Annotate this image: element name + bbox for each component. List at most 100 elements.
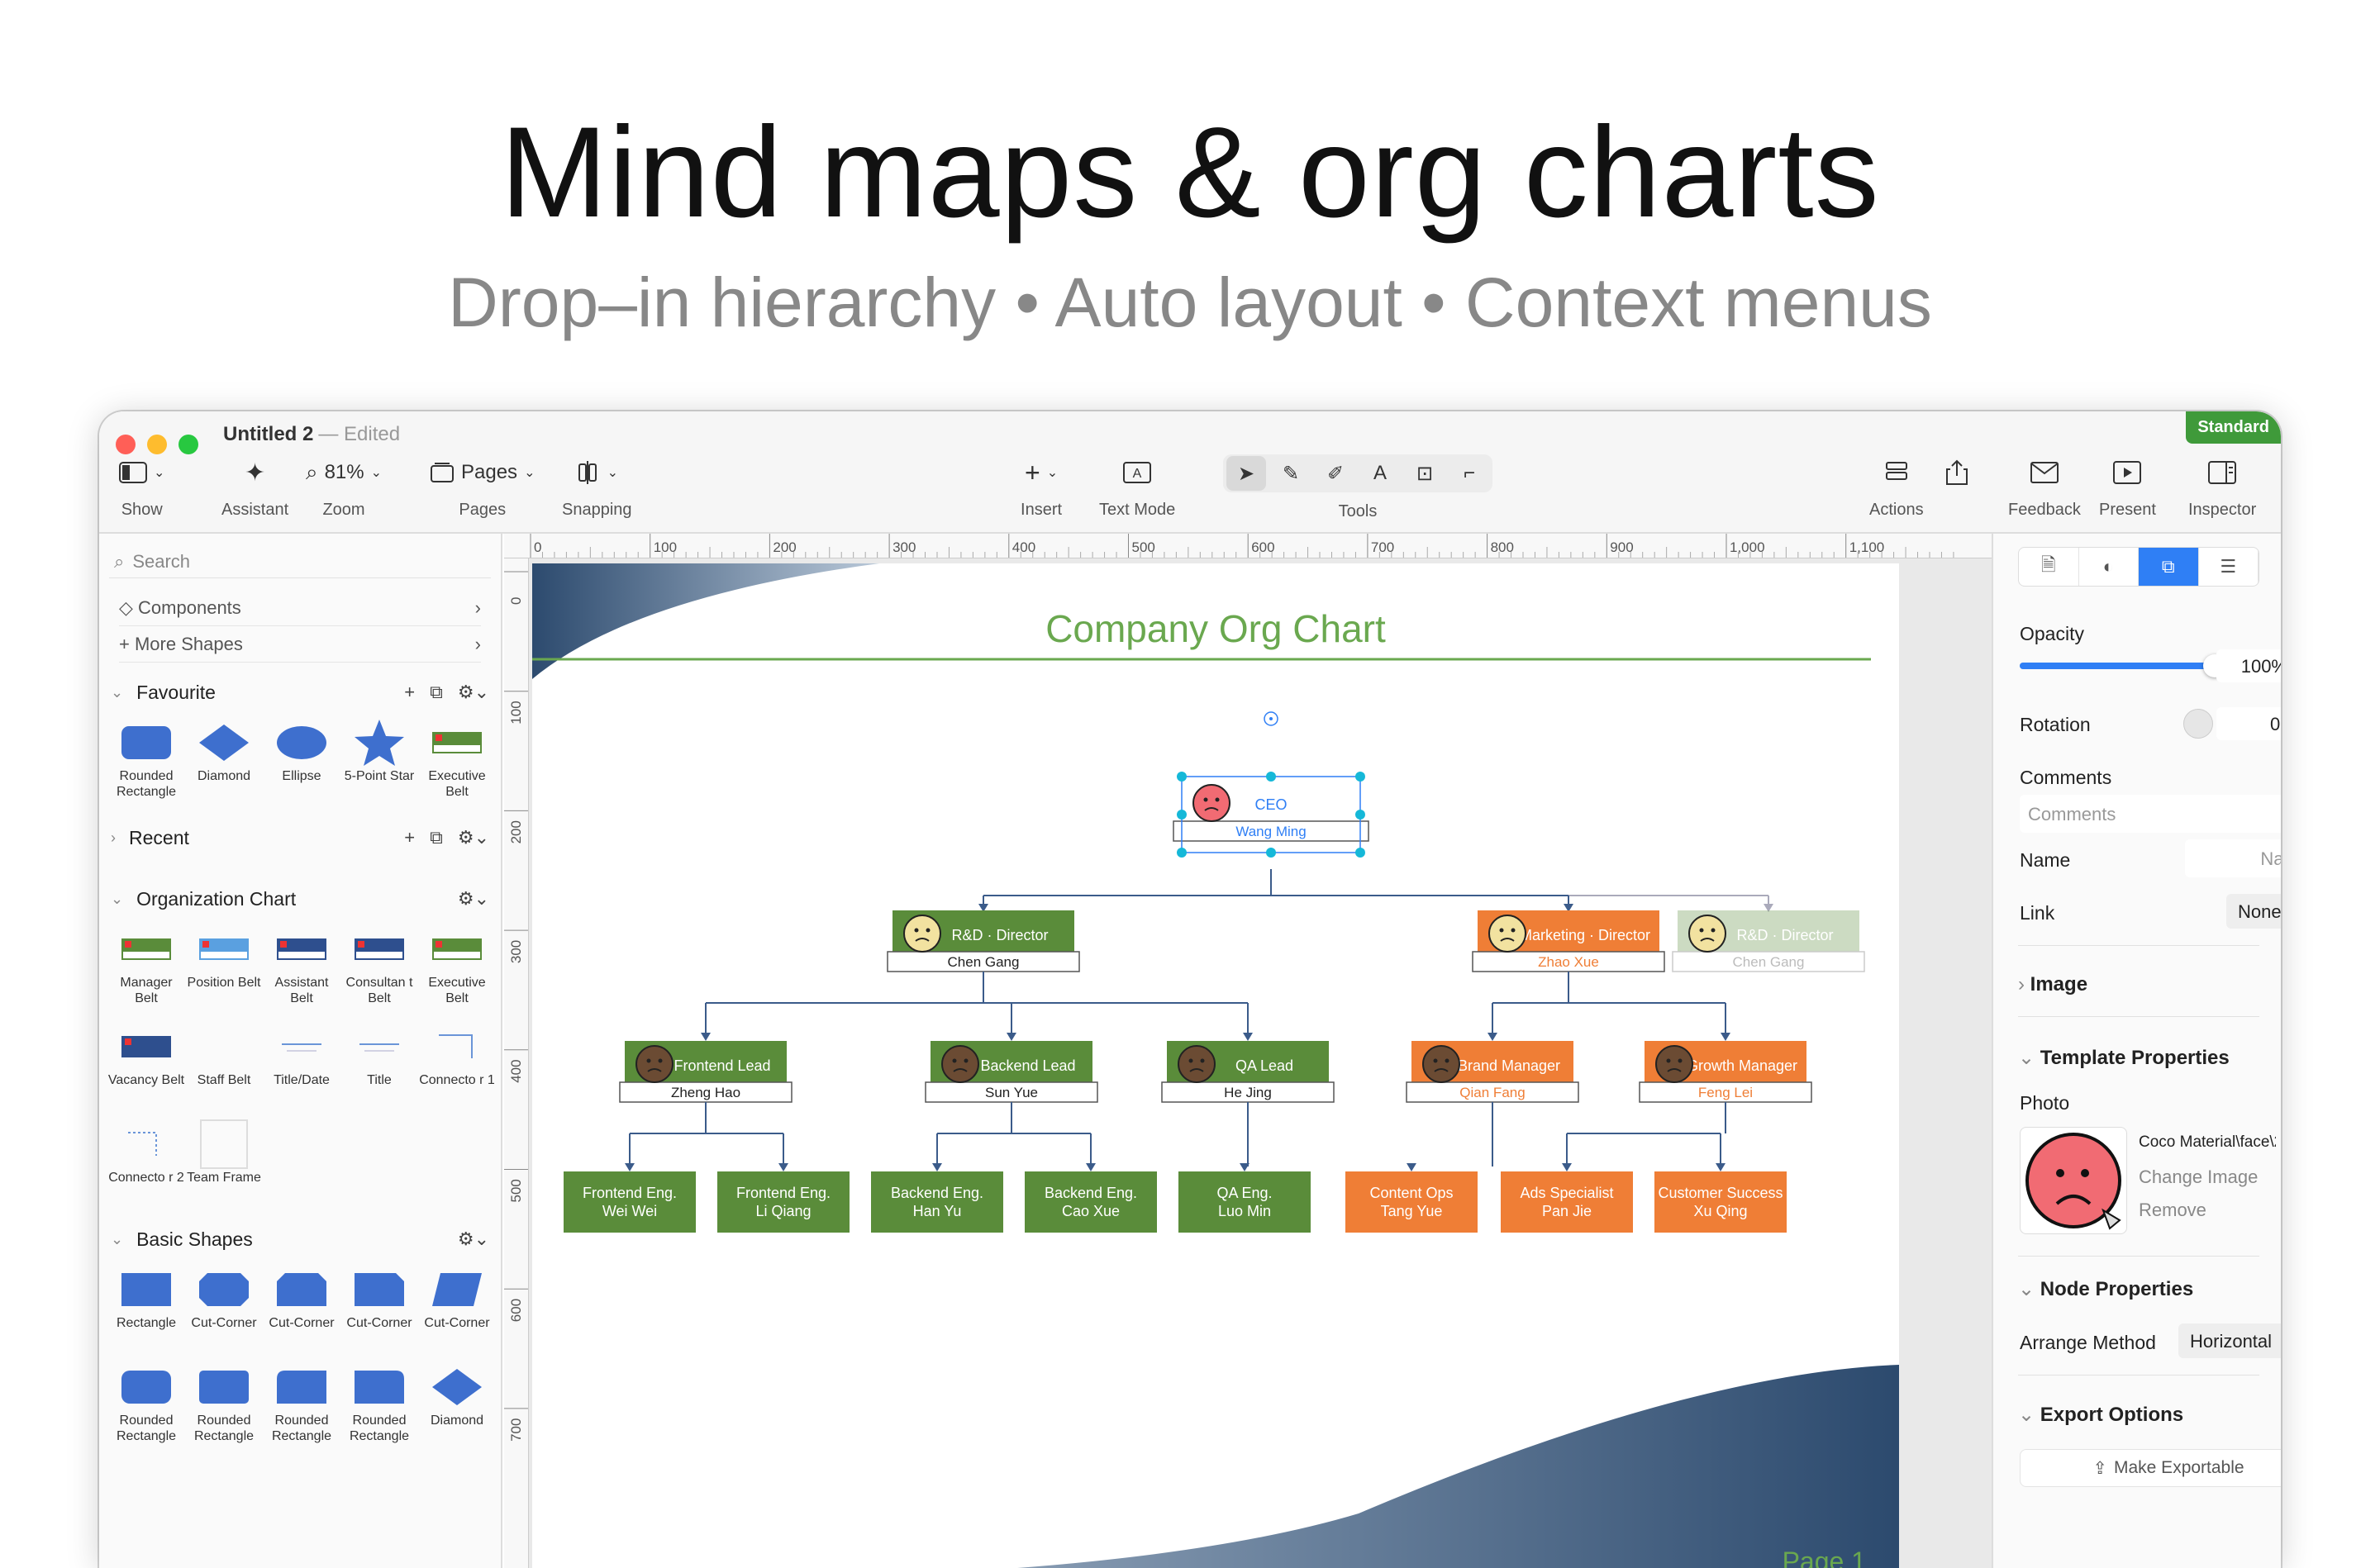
text-tool-icon[interactable]: A xyxy=(1360,456,1400,491)
gear-icon[interactable]: ⚙⌄ xyxy=(458,827,489,848)
search-field[interactable]: ⌕ Search xyxy=(109,545,491,578)
shape-assistant-belt[interactable]: Assistant Belt xyxy=(263,924,340,1021)
new-group-icon[interactable]: ⧉ xyxy=(430,682,443,703)
shape-diamond[interactable]: Diamond xyxy=(418,1361,496,1459)
export-options-header[interactable]: ⌄ Export Options xyxy=(2018,1403,2183,1427)
text-tab-icon[interactable]: ☰ xyxy=(2199,548,2259,586)
rotation-dial[interactable] xyxy=(2183,709,2213,739)
shape-diamond[interactable]: Diamond xyxy=(185,717,263,815)
shape-rounded-rectangle[interactable]: Rounded Rectangle xyxy=(263,1361,340,1459)
gear-icon[interactable]: ⚙⌄ xyxy=(458,888,489,910)
show-button[interactable]: ⌄ Show xyxy=(111,454,173,520)
change-image-link[interactable]: Change Image xyxy=(2139,1166,2258,1188)
recent-section-header[interactable]: › Recent + ⧉ ⚙⌄ xyxy=(111,820,489,856)
org-chart[interactable]: CEO Wang Ming R&D · Director Chen Gang Marke… xyxy=(532,563,1899,1568)
pages-button[interactable]: Pages ⌄ Pages xyxy=(421,454,543,520)
rotation-field[interactable]: 0° xyxy=(2216,707,2281,740)
shape-rounded-rectangle[interactable]: Rounded Rectangle xyxy=(340,1361,418,1459)
text-mode-button[interactable]: A Text Mode xyxy=(1099,454,1175,520)
shape-cut-corner[interactable]: Cut-Corner xyxy=(263,1264,340,1361)
shape-tool-icon[interactable]: ⊡ xyxy=(1405,456,1445,491)
org-leaf-node[interactable]: Backend Eng. Han Yu xyxy=(871,1171,1003,1233)
style-tab-icon[interactable]: ◐ xyxy=(2079,548,2139,586)
document-tab-icon[interactable]: 🗎 xyxy=(2019,548,2079,586)
opacity-field[interactable]: 100% xyxy=(2216,649,2281,682)
shape-manager-belt[interactable]: Manager Belt xyxy=(107,924,185,1021)
present-button[interactable]: Present xyxy=(2099,454,2156,520)
image-section-header[interactable]: › Image xyxy=(2018,973,2087,996)
shape-star[interactable]: 5-Point Star xyxy=(340,717,418,815)
shape-title[interactable]: Title xyxy=(340,1021,418,1119)
close-button[interactable] xyxy=(116,435,136,454)
shape-rounded-rectangle[interactable]: Rounded Rectangle xyxy=(185,1361,263,1459)
gear-icon[interactable]: ⚙⌄ xyxy=(458,682,489,703)
link-select[interactable]: None⇕ xyxy=(2226,894,2281,929)
arrange-tab-icon[interactable]: ⧉ xyxy=(2139,548,2199,586)
new-group-icon[interactable]: ⧉ xyxy=(430,827,443,848)
actions-button[interactable]: Actions xyxy=(1869,454,1924,520)
shape-connector-2[interactable]: Connecto r 2 xyxy=(107,1119,185,1216)
remove-image-link[interactable]: Remove xyxy=(2139,1200,2206,1221)
shape-cut-corner[interactable]: Cut-Corner xyxy=(340,1264,418,1361)
shape-rectangle[interactable]: Rectangle xyxy=(107,1264,185,1361)
org-leaf-node[interactable]: Backend Eng. Cao Xue xyxy=(1025,1171,1157,1233)
shape-rounded-rectangle[interactable]: Rounded Rectangle xyxy=(107,717,185,815)
minimize-button[interactable] xyxy=(147,435,167,454)
opacity-label: Opacity xyxy=(2020,623,2084,644)
shape-rounded-rectangle[interactable]: Rounded Rectangle xyxy=(107,1361,185,1459)
connector-tool-icon[interactable]: ⌐ xyxy=(1449,456,1489,491)
node-name: Feng Lei xyxy=(1698,1085,1753,1100)
org-leaf-node[interactable]: Ads Specialist Pan Jie xyxy=(1501,1171,1633,1233)
comments-field[interactable]: Comments xyxy=(2020,795,2281,833)
shape-ellipse[interactable]: Ellipse xyxy=(263,717,340,815)
shape-cut-corner[interactable]: Cut-Corner xyxy=(185,1264,263,1361)
org-leaf-node[interactable]: Customer Success Xu Qing xyxy=(1654,1171,1787,1233)
basic-shapes-title: Basic Shapes xyxy=(136,1228,253,1250)
gear-icon[interactable]: ⚙⌄ xyxy=(458,1228,489,1250)
add-icon[interactable]: + xyxy=(404,682,415,703)
shape-executive-belt[interactable]: Executive Belt xyxy=(418,717,496,815)
org-leaf-node[interactable]: Frontend Eng. Li Qiang xyxy=(717,1171,850,1233)
feedback-button[interactable]: Feedback xyxy=(2008,454,2081,520)
shape-position-belt[interactable]: Position Belt xyxy=(185,924,263,1021)
arrange-method-select[interactable]: Horizontal⇕ xyxy=(2178,1323,2281,1358)
shape-cut-corner[interactable]: Cut-Corner xyxy=(418,1264,496,1361)
canvas-area[interactable]: 0 100 200 300 400 500 600 700 800 900 1,000 1,100 0… xyxy=(504,534,1992,1568)
pencil-tool-icon[interactable]: ✐ xyxy=(1316,456,1355,491)
shape-staff-belt[interactable]: Staff Belt xyxy=(185,1021,263,1119)
org-leaf-node[interactable]: Frontend Eng. Wei Wei xyxy=(564,1171,696,1233)
zoom-control[interactable]: ⌕ 81% ⌄ Zoom xyxy=(298,454,390,520)
node-properties-header[interactable]: ⌄ Node Properties xyxy=(2018,1277,2193,1301)
pen-tool-icon[interactable]: ✎ xyxy=(1271,456,1311,491)
inspector-button[interactable]: Inspector xyxy=(2188,454,2256,520)
shape-executive-belt[interactable]: Executive Belt xyxy=(418,924,496,1021)
opacity-slider[interactable] xyxy=(2020,654,2226,677)
components-row[interactable]: ◇ Components › xyxy=(119,590,481,626)
pointer-tool-icon[interactable]: ➤ xyxy=(1226,456,1266,491)
shape-vacancy-belt[interactable]: Vacancy Belt xyxy=(107,1021,185,1119)
canvas-page[interactable]: Company Org Chart Page 1 CEO Wang Ming R&D… xyxy=(532,563,1899,1568)
snapping-button[interactable]: ⌄ Snapping xyxy=(562,454,632,520)
basic-shapes-section-header[interactable]: ⌄ Basic Shapes ⚙⌄ xyxy=(111,1221,489,1257)
zoom-button[interactable] xyxy=(178,435,198,454)
org-leaf-node[interactable]: QA Eng. Luo Min xyxy=(1178,1171,1311,1233)
assistant-button[interactable]: ✦ Assistant xyxy=(221,454,288,520)
shape-team-frame[interactable]: Team Frame xyxy=(185,1119,263,1216)
shape-title-date[interactable]: Title/Date xyxy=(263,1021,340,1119)
template-properties-header[interactable]: ⌄ Template Properties xyxy=(2018,1046,2230,1070)
avatar-face-icon xyxy=(1488,915,1526,953)
connector-arrow xyxy=(701,1033,711,1041)
add-icon[interactable]: + xyxy=(404,827,415,848)
photo-thumbnail[interactable] xyxy=(2020,1127,2127,1234)
favourite-section-header[interactable]: ⌄ Favourite + ⧉ ⚙⌄ xyxy=(111,674,489,710)
shape-connector-1[interactable]: Connecto r 1 xyxy=(418,1021,496,1119)
make-exportable-button[interactable]: ⇪ Make Exportable xyxy=(2020,1449,2281,1487)
insert-button[interactable]: + ⌄ Insert xyxy=(1016,454,1066,520)
more-shapes-row[interactable]: + More Shapes › xyxy=(119,626,481,663)
share-button[interactable] xyxy=(1932,454,1982,491)
avatar-face-icon xyxy=(1422,1045,1460,1083)
name-field[interactable]: Name xyxy=(2185,839,2281,877)
shape-consultant-belt[interactable]: Consultan t Belt xyxy=(340,924,418,1021)
org-chart-section-header[interactable]: ⌄ Organization Chart ⚙⌄ xyxy=(111,881,489,917)
org-leaf-node[interactable]: Content Ops Tang Yue xyxy=(1345,1171,1478,1233)
